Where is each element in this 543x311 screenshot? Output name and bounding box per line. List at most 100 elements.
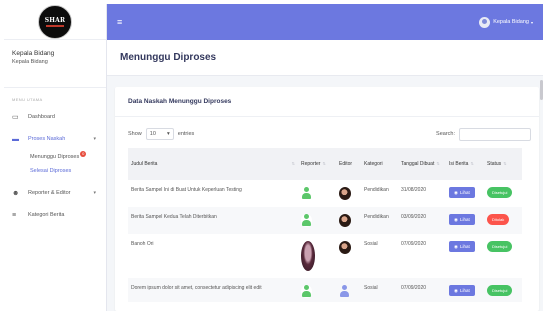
sidebar-sub-selesai-diproses[interactable]: Selesai Diproses bbox=[4, 164, 106, 178]
cell-status: Ditolak bbox=[484, 207, 522, 234]
menu-toggle-icon[interactable]: ≡ bbox=[117, 17, 122, 27]
table-row: Berita Sampel Ini di Buat Untuk Keperlua… bbox=[128, 180, 522, 207]
table-row: Berita Sampel Kedua Telah Diterbitkan Pe… bbox=[128, 207, 522, 234]
cell-kategori: Sosial bbox=[364, 241, 378, 247]
sidebar: SHAR Kepala Bidang Kepala Bidang MENU UT… bbox=[4, 4, 107, 311]
sort-icon: ⇅ bbox=[291, 161, 295, 166]
view-button[interactable]: ◉ Lihat bbox=[449, 187, 475, 198]
sort-icon: ⇅ bbox=[470, 161, 474, 166]
cell-reporter bbox=[298, 278, 336, 302]
table-row: Banoh Ori Sosial 07/09/2020 ◉ Lihat Diset… bbox=[128, 234, 522, 278]
sidebar-sub-menunggu-diproses[interactable]: Menunggu Diproses 0 bbox=[4, 150, 106, 164]
cell-isi: ◉ Lihat bbox=[446, 278, 484, 302]
eye-icon: ◉ bbox=[454, 189, 458, 195]
cell-reporter bbox=[298, 180, 336, 207]
reporter-avatar bbox=[301, 214, 312, 227]
column-header-status[interactable]: Status ⇅ bbox=[484, 148, 522, 180]
editor-avatar bbox=[339, 214, 351, 227]
top-navbar: ≡ Kepala Bidang ▾ bbox=[107, 4, 543, 40]
table-row: Dorem ipsum dolor sit amet, consectetur … bbox=[128, 278, 522, 302]
search-input[interactable] bbox=[459, 127, 531, 141]
eye-icon: ◉ bbox=[454, 243, 458, 249]
users-icon: ☻ bbox=[12, 189, 20, 197]
page-header: Menunggu Diproses bbox=[107, 40, 543, 76]
column-header-editor[interactable]: Editor bbox=[336, 148, 361, 180]
sidebar-logo[interactable]: SHAR bbox=[4, 4, 106, 40]
cell-tanggal: 07/09/2020 bbox=[398, 278, 446, 302]
card-title: Data Naskah Menunggu Diproses bbox=[128, 98, 232, 105]
editor-avatar bbox=[339, 241, 351, 254]
notification-badge: 0 bbox=[80, 151, 87, 157]
editor-avatar bbox=[339, 187, 351, 200]
search-control: Search: bbox=[436, 127, 531, 141]
view-button[interactable]: ◉ Lihat bbox=[449, 241, 475, 252]
column-header-isi[interactable]: Isi Berita ⇅ bbox=[446, 148, 484, 180]
cell-reporter bbox=[298, 234, 336, 278]
cell-kategori: Sosial bbox=[361, 278, 398, 302]
cell-reporter bbox=[298, 207, 336, 234]
editor-avatar bbox=[339, 285, 350, 298]
list-icon: ≡ bbox=[12, 211, 17, 219]
column-header-reporter[interactable]: Reporter ⇅ bbox=[298, 148, 336, 180]
data-table: Judul Berita ⇅ Reporter ⇅ Editor Kategori … bbox=[128, 148, 522, 302]
sidebar-item-dashboard[interactable]: ▭ Dashboard bbox=[4, 106, 106, 128]
sort-icon: ⇅ bbox=[436, 161, 440, 166]
sidebar-item-proses-naskah[interactable]: ▬ Proses Naskah ▾ bbox=[4, 128, 106, 150]
user-role: Kepala Bidang bbox=[12, 59, 48, 65]
avatar bbox=[479, 16, 491, 28]
logo-icon: SHAR bbox=[38, 4, 72, 39]
sidebar-item-reporter-editor[interactable]: ☻ Reporter & Editor ▾ bbox=[4, 182, 106, 204]
cell-isi: ◉ Lihat bbox=[446, 234, 484, 278]
chevron-down-icon: ▾ bbox=[93, 136, 96, 142]
cell-status: Disetujui bbox=[484, 278, 522, 302]
cell-kategori: Pendidikan bbox=[364, 187, 389, 193]
user-name: Kepala Bidang bbox=[12, 50, 55, 57]
entries-control: Show 10 ▾ entries bbox=[128, 128, 194, 140]
cell-editor bbox=[336, 207, 361, 234]
menu-heading: MENU UTAMA bbox=[12, 97, 43, 102]
cell-editor bbox=[336, 278, 361, 302]
view-button[interactable]: ◉ Lihat bbox=[449, 214, 475, 225]
cell-status: Disetujui bbox=[484, 180, 522, 207]
cell-tanggal: 31/08/2020 bbox=[401, 187, 427, 193]
cell-tanggal: 07/09/2020 bbox=[401, 241, 427, 247]
cell-judul: Berita Sampel Kedua Telah Diterbitkan bbox=[128, 207, 298, 234]
cell-judul: Berita Sampel Ini di Buat Untuk Keperlua… bbox=[131, 187, 242, 193]
status-badge: Disetujui bbox=[487, 285, 513, 296]
chevron-down-icon: ▾ bbox=[530, 19, 533, 25]
cell-judul: Banoh Ori bbox=[131, 241, 154, 247]
cell-judul: Dorem ipsum dolor sit amet, consectetur … bbox=[128, 278, 298, 302]
main-content: Menunggu Diproses Data Naskah Menunggu D… bbox=[107, 40, 543, 311]
data-card: Data Naskah Menunggu Diproses Show 10 ▾ … bbox=[115, 87, 539, 311]
column-header-tanggal[interactable]: Tanggal Dibuat ⇅ bbox=[398, 148, 446, 180]
entries-select[interactable]: 10 ▾ bbox=[145, 128, 174, 140]
cell-tanggal: 03/09/2020 bbox=[398, 207, 446, 234]
table-header-row: Judul Berita ⇅ Reporter ⇅ Editor Kategori … bbox=[128, 148, 522, 180]
chevron-down-icon: ▾ bbox=[167, 131, 170, 137]
reporter-avatar bbox=[301, 241, 315, 271]
monitor-icon: ▭ bbox=[12, 114, 19, 121]
sort-icon: ⇅ bbox=[503, 161, 507, 166]
eye-icon: ◉ bbox=[454, 216, 458, 222]
chevron-down-icon: ▾ bbox=[93, 190, 96, 196]
status-badge: Disetujui bbox=[487, 241, 513, 252]
column-header-kategori[interactable]: Kategori bbox=[361, 148, 398, 180]
user-block: Kepala Bidang Kepala Bidang bbox=[4, 40, 106, 88]
eye-icon: ◉ bbox=[454, 287, 458, 293]
cell-editor bbox=[336, 180, 361, 207]
user-dropdown[interactable]: Kepala Bidang ▾ bbox=[479, 16, 533, 28]
sort-icon: ⇅ bbox=[322, 161, 326, 166]
user-dropdown-label: Kepala Bidang bbox=[493, 19, 529, 25]
cell-isi: ◉ Lihat bbox=[446, 207, 484, 234]
reporter-avatar bbox=[301, 285, 312, 298]
column-header-judul[interactable]: Judul Berita ⇅ bbox=[128, 148, 298, 180]
cell-isi: ◉ Lihat bbox=[446, 180, 484, 207]
status-badge: Disetujui bbox=[487, 187, 513, 198]
sidebar-item-kategori-berita[interactable]: ≡ Kategori Berita bbox=[4, 204, 106, 226]
cell-kategori: Pendidikan bbox=[361, 207, 398, 234]
reporter-avatar bbox=[301, 187, 312, 200]
table-controls: Show 10 ▾ entries Search: bbox=[128, 127, 531, 141]
view-button[interactable]: ◉ Lihat bbox=[449, 285, 475, 296]
cell-editor bbox=[336, 234, 361, 278]
cell-status: Disetujui bbox=[484, 234, 522, 278]
